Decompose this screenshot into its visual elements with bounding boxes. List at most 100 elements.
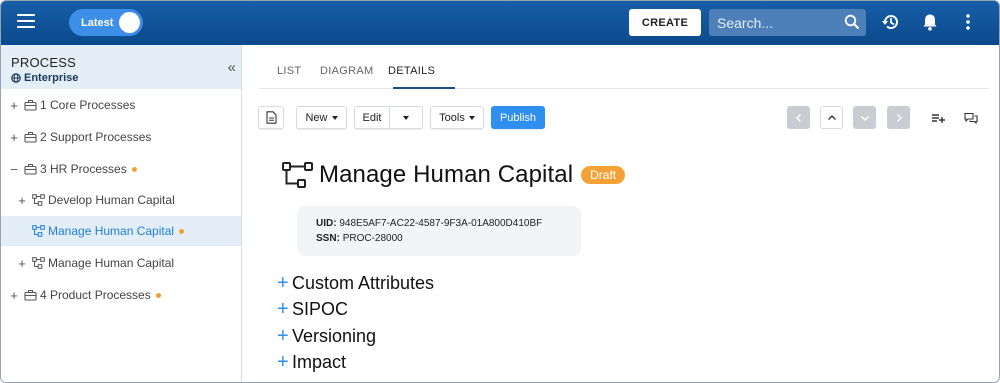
unsaved-status-dot xyxy=(155,292,161,298)
briefcase-icon xyxy=(24,163,37,175)
menu-icon[interactable] xyxy=(17,14,35,30)
detail-title-row: Manage Human Capital Draft xyxy=(281,161,626,189)
process-flow-icon xyxy=(32,257,45,269)
tree-item-label: Manage Human Capital xyxy=(48,224,175,238)
section-label: Impact xyxy=(292,352,347,372)
expand-node-icon[interactable]: + xyxy=(17,193,27,208)
latest-toggle-label: Latest xyxy=(81,16,114,29)
latest-toggle[interactable]: Latest xyxy=(69,9,143,36)
process-flow-icon xyxy=(32,194,45,206)
new-button-label: New xyxy=(305,111,328,124)
expand-node-icon[interactable]: + xyxy=(9,288,19,303)
collapse-sidebar-icon[interactable]: « xyxy=(228,59,237,76)
create-button[interactable]: CREATE xyxy=(629,9,701,36)
expand-icon: + xyxy=(277,351,289,373)
tab-bar: LIST DIAGRAM DETAILS xyxy=(259,45,989,89)
briefcase-icon xyxy=(24,131,37,143)
section-custom-attributes[interactable]: + Custom Attributes xyxy=(277,272,434,295)
identifier-card: UID: 948E5AF7-AC22-4587-9F3A-01A800D410B… xyxy=(297,206,581,256)
notifications-bell-icon[interactable] xyxy=(920,12,940,32)
ssn-row: SSN: PROC-28000 xyxy=(316,231,581,246)
sidebar-subtitle: Enterprise xyxy=(11,72,241,84)
tree-item-label: Develop Human Capital xyxy=(48,193,175,207)
section-impact[interactable]: + Impact xyxy=(277,351,346,374)
section-label: SIPOC xyxy=(292,299,349,319)
briefcase-icon xyxy=(24,289,37,301)
chevron-right-icon xyxy=(896,113,902,122)
tree-item-label: 2 Support Processes xyxy=(40,130,152,144)
top-bar: Latest CREATE xyxy=(1,1,999,45)
move-up-button[interactable] xyxy=(820,106,843,129)
sidebar-title: PROCESS xyxy=(11,55,76,70)
new-dropdown-button[interactable]: New xyxy=(296,106,347,129)
tree-item-label: 1 Core Processes xyxy=(40,98,136,112)
history-icon[interactable] xyxy=(881,12,901,32)
collapse-node-icon[interactable]: − xyxy=(9,162,19,177)
sidebar: PROCESS Enterprise « +1 Core Processes +2… xyxy=(1,45,242,382)
status-badge: Draft xyxy=(581,166,626,184)
expand-node-icon[interactable]: + xyxy=(9,98,19,113)
ssn-label: SSN: xyxy=(316,233,340,244)
tab-list[interactable]: LIST xyxy=(277,65,301,77)
process-flow-icon xyxy=(32,225,45,237)
search-box xyxy=(709,9,866,36)
tree-item-label: 3 HR Processes xyxy=(40,162,127,176)
tree-item-label: Manage Human Capital xyxy=(48,256,175,270)
previous-button[interactable] xyxy=(787,106,810,129)
chevron-up-icon xyxy=(827,114,836,120)
expand-icon: + xyxy=(277,298,289,320)
chevron-down-icon xyxy=(468,115,475,120)
tree-item[interactable]: +2 Support Processes xyxy=(1,122,241,152)
comments-icon xyxy=(964,112,978,124)
globe-icon xyxy=(11,73,21,83)
toggle-knob xyxy=(119,12,140,33)
app-window: Latest CREATE PROCESS xyxy=(0,0,1000,383)
publish-button[interactable]: Publish xyxy=(491,106,545,129)
tree-item[interactable]: + Develop Human Capital xyxy=(1,185,241,215)
edit-options-button[interactable] xyxy=(389,106,423,129)
tab-diagram[interactable]: DIAGRAM xyxy=(320,65,373,77)
expand-node-icon[interactable]: + xyxy=(17,256,27,271)
expand-icon: + xyxy=(277,325,289,347)
uid-label: UID: xyxy=(316,218,337,229)
section-versioning[interactable]: + Versioning xyxy=(277,325,376,348)
edit-button[interactable]: Edit xyxy=(354,106,390,129)
export-pdf-button[interactable] xyxy=(258,106,284,129)
tree-item[interactable]: +4 Product Processes xyxy=(1,280,241,310)
page-title: Manage Human Capital xyxy=(319,161,574,188)
chevron-left-icon xyxy=(795,113,801,122)
section-label: Custom Attributes xyxy=(292,273,435,293)
briefcase-icon xyxy=(24,99,37,111)
document-icon xyxy=(265,111,277,124)
search-icon[interactable] xyxy=(844,14,860,30)
tree-item[interactable]: Manage Human Capital xyxy=(1,216,241,246)
next-button[interactable] xyxy=(887,106,910,129)
tools-dropdown-button[interactable]: Tools xyxy=(430,106,484,129)
active-tab-indicator xyxy=(393,87,455,89)
tree-item[interactable]: + Manage Human Capital xyxy=(1,248,241,278)
tree-item[interactable]: − 3 HR Processes xyxy=(1,154,241,184)
sidebar-header: PROCESS Enterprise « xyxy=(1,45,241,89)
section-label: Versioning xyxy=(292,326,377,346)
expand-icon: + xyxy=(277,272,289,294)
comments-button[interactable] xyxy=(958,106,984,129)
main-panel: LIST DIAGRAM DETAILS New Edit Tools Publ… xyxy=(243,45,999,382)
more-vertical-icon[interactable] xyxy=(958,12,978,32)
section-sipoc[interactable]: + SIPOC xyxy=(277,298,348,321)
search-input[interactable] xyxy=(717,14,837,31)
sidebar-subtitle-label: Enterprise xyxy=(24,72,79,84)
unsaved-status-dot xyxy=(131,166,137,172)
uid-value: 948E5AF7-AC22-4587-9F3A-01A800D410BF xyxy=(339,218,543,229)
expand-node-icon[interactable]: + xyxy=(9,130,19,145)
tree-item[interactable]: +1 Core Processes xyxy=(1,90,241,120)
uid-row: UID: 948E5AF7-AC22-4587-9F3A-01A800D410B… xyxy=(316,216,581,231)
move-down-button[interactable] xyxy=(853,106,876,129)
process-flow-icon xyxy=(282,162,313,188)
tree-item-label: 4 Product Processes xyxy=(40,288,151,302)
tab-details[interactable]: DETAILS xyxy=(388,65,435,77)
ssn-value: PROC-28000 xyxy=(342,233,403,244)
playlist-add-icon xyxy=(932,113,945,123)
chevron-down-icon xyxy=(403,115,409,120)
tools-button-label: Tools xyxy=(439,111,465,124)
add-to-list-button[interactable] xyxy=(925,106,951,129)
